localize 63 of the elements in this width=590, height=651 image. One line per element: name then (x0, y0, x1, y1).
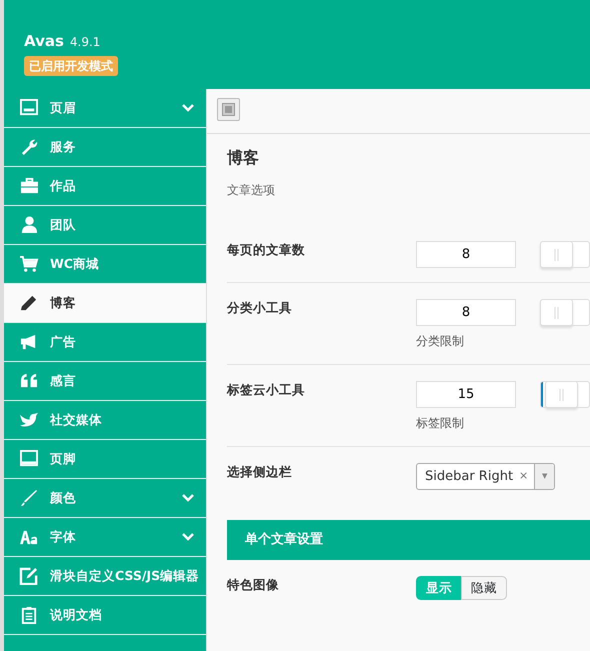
menu-label: WC商城 (50, 254, 100, 273)
menu-label: 感言 (50, 372, 77, 390)
number-field[interactable]: 8 (416, 299, 516, 326)
slider-track[interactable] (540, 241, 590, 268)
sidebar-item[interactable]: 作品 (4, 167, 206, 206)
menu-label: 页脚 (50, 450, 77, 468)
app-title: Avas (24, 32, 64, 50)
version-label: 4.9.1 (70, 35, 100, 49)
dev-mode-badge: 已启用开发模式 (24, 56, 118, 76)
header-icon (18, 99, 40, 117)
menu-label: 社交媒体 (50, 410, 103, 429)
sidebar-item[interactable]: 感言 (4, 362, 206, 401)
field-hint: 分类限制 (416, 333, 465, 350)
menu-label: 说明文档 (50, 606, 103, 624)
menu-label: 博客 (50, 294, 77, 312)
sidebar-item[interactable]: 页脚 (4, 440, 206, 479)
sidebar-item[interactable]: 团队 (4, 206, 206, 245)
sidebar-item[interactable]: 服务 (4, 128, 206, 167)
menu-label: 广告 (50, 332, 77, 351)
quote-icon (18, 372, 40, 390)
sidebar-item[interactable]: 社交媒体 (4, 401, 206, 440)
layout-icon (222, 103, 235, 116)
sidebar-item[interactable]: 字体 (4, 518, 206, 557)
section-header: 单个文章设置 (227, 520, 590, 560)
menu-label: 团队 (50, 216, 77, 234)
menu-label: 字体 (50, 528, 77, 546)
setting-label: 标签云小工具 (227, 381, 306, 400)
slider-handle[interactable] (544, 381, 578, 408)
toggle-option[interactable]: 显示 (416, 576, 462, 600)
layout-toggle-button[interactable] (217, 98, 240, 121)
setting-label: 选择侧边栏 (227, 463, 293, 482)
cart-icon (18, 255, 40, 273)
menu-label: 服务 (50, 138, 77, 156)
menu-label: 颜色 (50, 488, 77, 507)
font-icon (18, 528, 40, 546)
field-hint: 标签限制 (416, 415, 465, 432)
menu-label: 页眉 (50, 98, 77, 117)
slider-handle[interactable] (540, 241, 573, 268)
brush-icon (18, 489, 40, 507)
sidebar-item[interactable]: 说明文档 (4, 596, 206, 635)
slider-track[interactable] (540, 381, 590, 408)
menu-label: 作品 (50, 176, 77, 195)
sidebar-item[interactable]: 博客 (4, 284, 206, 323)
edit-icon (18, 567, 40, 585)
briefcase-icon (18, 177, 40, 195)
sidebar-item[interactable]: 页眉 (4, 89, 206, 128)
toggle-option[interactable]: 隐藏 (461, 576, 507, 600)
sidebar-item[interactable]: 广告 (4, 323, 206, 362)
number-field[interactable]: 15 (416, 381, 516, 408)
setting-label: 每页的文章数 (227, 241, 306, 260)
menu-label: 滑块自定义CSS/JS编辑器 (50, 566, 200, 585)
bird-icon (18, 411, 40, 429)
sidebar-item[interactable]: 颜色 (4, 479, 206, 518)
page-title: 博客 (227, 148, 260, 168)
number-field[interactable]: 8 (416, 241, 516, 268)
slider-handle[interactable] (540, 299, 573, 326)
footer-icon (18, 450, 40, 468)
setting-label: 特色图像 (227, 576, 280, 594)
clear-icon[interactable]: × (513, 468, 534, 485)
setting-label: 分类小工具 (227, 299, 293, 318)
sidebar-item[interactable]: 滑块自定义CSS/JS编辑器 (4, 557, 206, 596)
slider-track[interactable] (540, 299, 590, 326)
section-subtitle: 文章选项 (227, 182, 276, 200)
